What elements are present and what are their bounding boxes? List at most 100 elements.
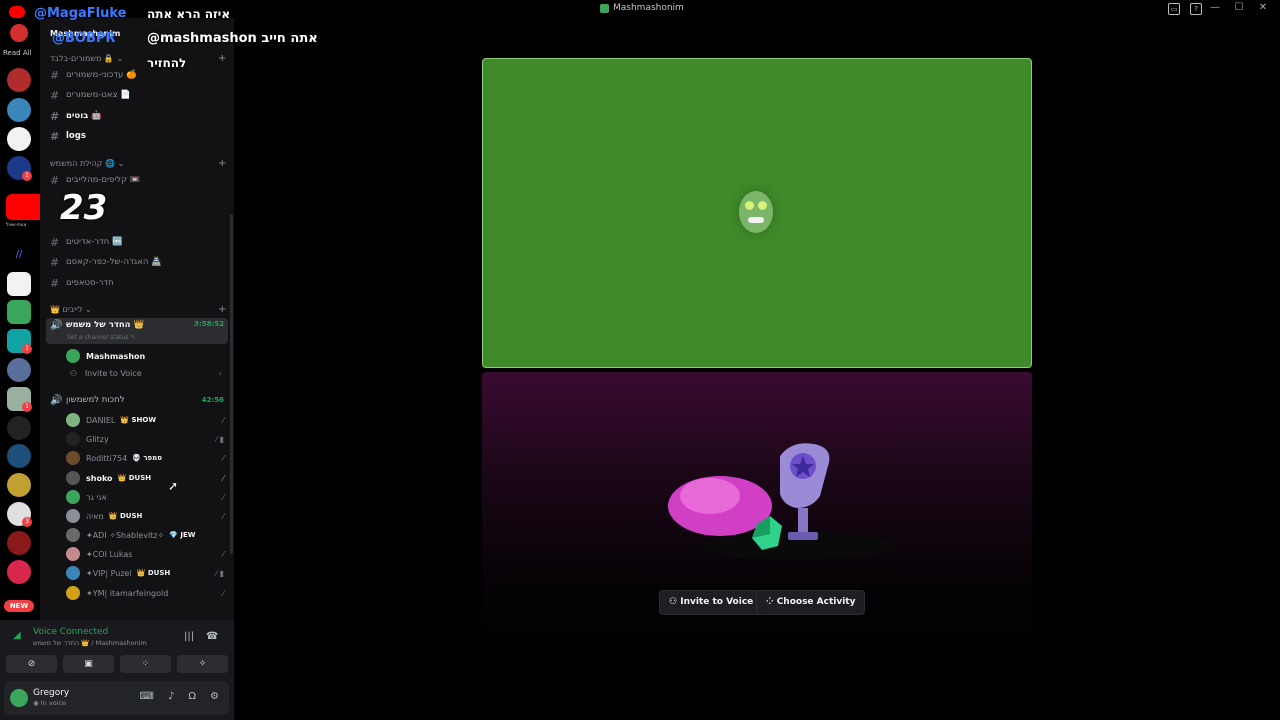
server-icon[interactable] bbox=[7, 272, 31, 296]
server-icon[interactable] bbox=[7, 98, 31, 122]
server-icon[interactable] bbox=[7, 68, 31, 92]
server-icon[interactable] bbox=[7, 416, 31, 440]
invite-to-voice-link[interactable]: ⚇ Invite to Voice › bbox=[70, 369, 222, 378]
chevron-right-icon: › bbox=[218, 369, 222, 378]
channel-item[interactable]: # חדר-סטאפים bbox=[50, 274, 228, 292]
voice-member[interactable]: ✦YM| itamarfeingold ⁄ bbox=[66, 584, 226, 602]
apps-grid-icon: ⁘ bbox=[766, 597, 774, 607]
screen-share-button[interactable]: ▣ bbox=[63, 655, 114, 673]
username[interactable]: Gregory bbox=[33, 688, 69, 698]
channel-item[interactable]: # עדכוני-משמורים 🍊 bbox=[50, 66, 228, 84]
category-header[interactable]: קהילת המשמש 🌐 ⌄ + bbox=[50, 158, 226, 169]
channel-label: בוטים 🤖 bbox=[66, 111, 102, 121]
avatar bbox=[66, 471, 80, 485]
stream-overlay-handle: @MagaFluke bbox=[34, 6, 127, 21]
server-icon[interactable] bbox=[7, 473, 31, 497]
voice-member[interactable]: ✦VIP| Puzel 👑 DUSH ⁄ ▮ bbox=[66, 564, 226, 582]
voice-user-tile[interactable] bbox=[482, 58, 1032, 368]
channel-item[interactable]: # האגדה-של-כפר-קאסם 🏯 bbox=[50, 253, 228, 271]
server-list: Read All 1 צוות-שאל // 1 1 3 NEW bbox=[0, 0, 46, 620]
voice-member[interactable]: Glitzy ⁄ ▮ bbox=[66, 430, 226, 448]
channel-item[interactable]: # בוטים 🤖 bbox=[50, 107, 228, 125]
avatar bbox=[66, 566, 80, 580]
member-name: Mashmashon bbox=[86, 351, 146, 361]
minimize-icon[interactable]: — bbox=[1208, 2, 1222, 13]
speaker-icon: 🔊 bbox=[50, 320, 63, 331]
hash-icon: # bbox=[50, 68, 60, 82]
channel-item[interactable]: # צאט-משמורים 📄 bbox=[50, 86, 228, 104]
voice-member[interactable]: Roditti754 💀 סמפר ⁄ bbox=[66, 449, 226, 467]
hash-icon: # bbox=[50, 129, 60, 143]
avatar bbox=[66, 413, 80, 427]
scrollbar[interactable] bbox=[230, 214, 233, 554]
activity-tile: ⚇ Invite to Voice ⁘ Choose Activity bbox=[482, 372, 1032, 680]
choose-activity-button[interactable]: ⁘ Choose Activity bbox=[756, 590, 866, 615]
maximize-icon[interactable]: ☐ bbox=[1232, 2, 1246, 13]
help-icon[interactable]: ? bbox=[1190, 3, 1202, 15]
voice-channel[interactable]: 🔊 לחכות למשמשון 42:56 bbox=[50, 391, 228, 409]
mic-muted-icon: ⁄ bbox=[222, 588, 224, 598]
channel-label: עדכוני-משמורים 🍊 bbox=[66, 70, 137, 80]
server-icon[interactable] bbox=[7, 444, 31, 468]
avatar bbox=[739, 191, 773, 233]
hash-icon: # bbox=[50, 235, 60, 249]
stream-overlay-text: @mashmashon אתה חייב bbox=[147, 31, 318, 46]
headphones-icon[interactable]: Ω bbox=[188, 691, 196, 702]
voice-member[interactable]: מאיה 👑 DUSH ⁄ bbox=[66, 507, 226, 525]
avatar bbox=[66, 547, 80, 561]
signal-icon[interactable]: ◢ bbox=[13, 630, 21, 641]
microphone-icon[interactable]: ♪ bbox=[168, 691, 174, 702]
camera-off-button[interactable]: ⊘ bbox=[6, 655, 57, 673]
category-header[interactable]: 👑 לייבים ⌄ + bbox=[50, 304, 226, 315]
channel-status[interactable]: Set a channel status ✎ bbox=[67, 334, 135, 341]
inbox-icon[interactable]: ▭ bbox=[1168, 3, 1180, 15]
voice-connected-label[interactable]: Voice Connected bbox=[33, 627, 108, 637]
mic-muted-icon: ⁄ bbox=[222, 415, 224, 425]
server-icon[interactable] bbox=[7, 127, 31, 151]
close-icon[interactable]: ✕ bbox=[1256, 2, 1270, 13]
add-channel-icon[interactable]: + bbox=[218, 53, 226, 64]
channel-label: חדר-סטאפים bbox=[66, 278, 114, 288]
mic-muted-icon: ⁄ bbox=[222, 473, 224, 483]
disconnect-icon[interactable]: ☎ bbox=[206, 631, 218, 642]
channel-item[interactable]: # logs bbox=[50, 127, 228, 145]
mic-muted-icon: ⁄ bbox=[222, 549, 224, 559]
voice-member[interactable]: ✦ADI ✧Shablevitz✧ 💎 JEW bbox=[66, 526, 226, 544]
invite-to-voice-button[interactable]: ⚇ Invite to Voice bbox=[659, 590, 764, 615]
server-label: צוות-שאל bbox=[6, 222, 27, 228]
server-icon[interactable] bbox=[7, 560, 31, 584]
notification-icon[interactable] bbox=[10, 24, 28, 42]
channel-label: חדר-אדיטים 🆒 bbox=[66, 237, 123, 247]
mic-muted-icon: ⁄ bbox=[222, 511, 224, 521]
add-channel-icon[interactable]: + bbox=[218, 158, 226, 169]
server-icon[interactable] bbox=[7, 358, 31, 382]
noise-suppression-icon[interactable]: ||| bbox=[184, 631, 194, 642]
activities-button[interactable]: ⁘ bbox=[120, 655, 171, 673]
avatar bbox=[66, 509, 80, 523]
stream-overlay-text: איזה הרא אתה bbox=[147, 7, 231, 21]
channel-item[interactable]: # קליפים-מהלייבים 📼 bbox=[50, 171, 228, 189]
avatar bbox=[66, 586, 80, 600]
new-badge[interactable]: NEW bbox=[4, 600, 34, 612]
channel-item[interactable]: # חדר-אדיטים 🆒 bbox=[50, 233, 228, 251]
category-header[interactable]: משמורים-בלבד 🔒 ⌄ + bbox=[50, 53, 226, 64]
add-channel-icon[interactable]: + bbox=[218, 304, 226, 315]
voice-member[interactable]: Mashmashon bbox=[66, 347, 226, 365]
server-icon[interactable] bbox=[7, 300, 31, 324]
gamepad-icon[interactable]: ⌨ bbox=[140, 691, 154, 702]
voice-member[interactable]: אני גר ⁄ bbox=[66, 488, 226, 506]
avatar[interactable] bbox=[10, 689, 28, 707]
soundboard-button[interactable]: ✧ bbox=[177, 655, 228, 673]
stream-overlay-number: 23 bbox=[60, 188, 108, 228]
read-all-label[interactable]: Read All bbox=[3, 49, 32, 57]
voice-member[interactable]: shoko 👑 DUSH ⁄ bbox=[66, 469, 226, 487]
voice-member[interactable]: ✦COI Lukas ⁄ bbox=[66, 545, 226, 563]
gear-icon[interactable]: ⚙ bbox=[210, 691, 219, 702]
server-icon[interactable]: // bbox=[7, 243, 31, 267]
window-title: Mashmashonim bbox=[600, 3, 684, 13]
mic-muted-icon: ⁄ ▮ bbox=[215, 434, 224, 444]
server-icon[interactable] bbox=[7, 531, 31, 555]
voice-member[interactable]: DANIEL 👑 SHOW ⁄ bbox=[66, 411, 226, 429]
voice-channel-path[interactable]: החדר של משמש 👑 / Mashmashonim bbox=[33, 639, 147, 647]
hash-icon: # bbox=[50, 173, 60, 187]
